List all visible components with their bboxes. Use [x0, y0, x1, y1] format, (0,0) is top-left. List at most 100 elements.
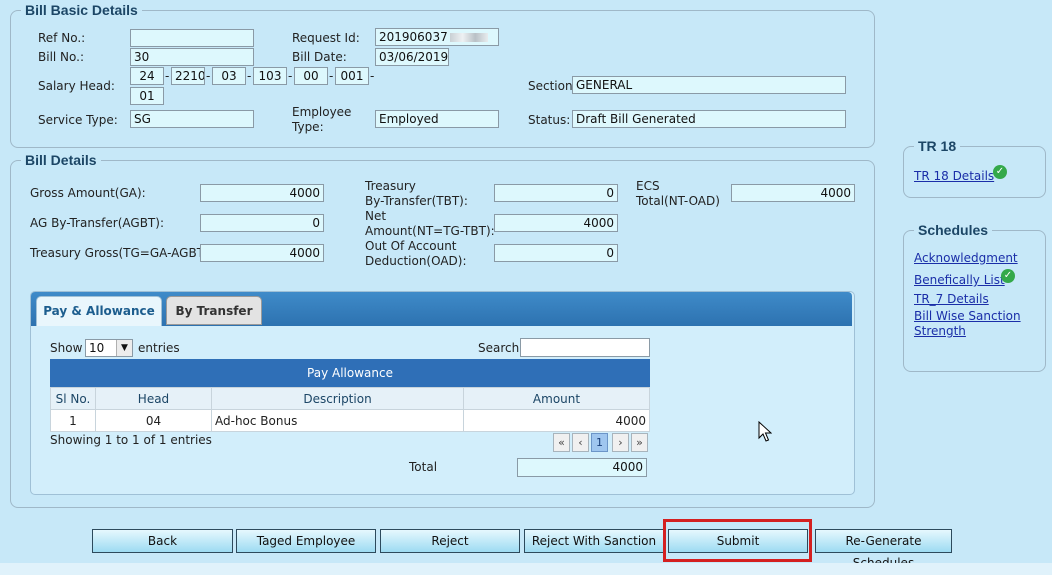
entries-select-value: 10	[89, 341, 105, 355]
total-input[interactable]: 4000	[517, 458, 647, 477]
reject-with-sanction-button[interactable]: Reject With Sanction	[524, 529, 664, 553]
ref-no-label: Ref No.:	[38, 31, 86, 45]
col-amount[interactable]: Amount	[463, 387, 650, 410]
salary-head-part-7[interactable]: 01	[130, 87, 164, 105]
pager-page-1-button[interactable]: 1	[591, 433, 608, 452]
treasury-gross-input[interactable]: 4000	[200, 244, 324, 262]
tr18-legend: TR 18	[918, 138, 957, 154]
section-label: Section:	[528, 79, 577, 93]
salary-head-sep: -	[206, 69, 211, 83]
request-id-value: 201906037	[379, 30, 448, 44]
cell-amount: 4000	[463, 409, 650, 432]
bill-wise-sanction-link[interactable]: Bill Wise Sanction Strength	[914, 309, 1021, 339]
salary-head-sep: -	[247, 69, 252, 83]
salary-head-part-5[interactable]: 00	[294, 67, 328, 85]
net-amount-label: Net	[365, 209, 387, 223]
employee-type-label: Type:	[292, 120, 324, 134]
cell-sl: 1	[50, 409, 96, 432]
oad-label: Deduction(OAD):	[365, 254, 467, 268]
salary-head-sep: -	[165, 69, 170, 83]
table-header-row: Sl No. Head Description Amount	[50, 387, 650, 410]
bill-no-input[interactable]: 30	[130, 48, 254, 66]
submit-button[interactable]: Submit	[668, 529, 808, 553]
search-label: Search	[478, 341, 520, 355]
acknowledgment-link[interactable]: Acknowledgment	[914, 251, 1018, 265]
back-button[interactable]: Back	[92, 529, 233, 553]
ecs-total-label: Total(NT-OAD)	[636, 194, 720, 208]
total-label: Total	[409, 460, 438, 474]
beneficiary-list-link[interactable]: Benefically List	[914, 273, 1005, 287]
table-caption: Pay Allowance	[50, 359, 650, 387]
chevron-down-icon: ▼	[116, 340, 132, 356]
salary-head-part-2[interactable]: 2210	[171, 67, 205, 85]
table-row[interactable]: 1 04 Ad-hoc Bonus 4000	[50, 409, 650, 432]
treasury-by-transfer-input[interactable]: 0	[494, 184, 618, 202]
salary-head-sep: -	[329, 69, 334, 83]
gross-amount-input[interactable]: 4000	[200, 184, 324, 202]
oad-input[interactable]: 0	[494, 244, 618, 262]
schedules-legend: Schedules	[918, 222, 989, 238]
tr7-details-link[interactable]: TR_7 Details	[914, 292, 989, 306]
employee-type-label: Employee	[292, 105, 352, 119]
pager-first-button[interactable]: «	[553, 433, 570, 452]
bottom-strip	[0, 563, 1052, 575]
show-label: Show	[50, 341, 83, 355]
tab-by-transfer[interactable]: By Transfer	[166, 296, 262, 325]
bill-date-input[interactable]: 03/06/2019	[375, 48, 449, 66]
showing-entries-text: Showing 1 to 1 of 1 entries	[50, 433, 212, 447]
cell-head: 04	[95, 409, 212, 432]
request-id-input[interactable]: 201906037	[375, 28, 499, 46]
salary-head-sep: -	[288, 69, 293, 83]
tab-pay-allowance[interactable]: Pay & Allowance	[36, 296, 162, 326]
salary-head-part-4[interactable]: 103	[253, 67, 287, 85]
entries-label: entries	[138, 341, 180, 355]
treasury-gross-label: Treasury Gross(TG=GA-AGBT):	[30, 246, 213, 260]
col-description[interactable]: Description	[211, 387, 464, 410]
col-head[interactable]: Head	[95, 387, 212, 410]
bill-basic-details-legend: Bill Basic Details	[25, 2, 138, 18]
regenerate-schedules-button[interactable]: Re-Generate Schedules	[815, 529, 952, 570]
salary-head-label: Salary Head:	[38, 79, 115, 93]
status-input[interactable]: Draft Bill Generated	[572, 110, 846, 128]
salary-head-sep: -	[370, 69, 375, 83]
request-id-label: Request Id:	[292, 31, 360, 45]
net-amount-label: Amount(NT=TG-TBT):	[365, 224, 495, 238]
pager-prev-button[interactable]: ‹	[572, 433, 589, 452]
cell-description: Ad-hoc Bonus	[211, 409, 464, 432]
bill-wise-sanction-text: Strength	[914, 324, 966, 338]
treasury-by-transfer-label: Treasury	[365, 179, 416, 193]
ref-no-input[interactable]	[130, 29, 254, 47]
employee-type-input[interactable]: Employed	[375, 110, 499, 128]
pay-allowance-table: Sl No. Head Description Amount 1 04 Ad-h…	[50, 387, 650, 432]
tr18-panel: TR 18	[903, 138, 1046, 198]
service-type-input[interactable]: SG	[130, 110, 254, 128]
net-amount-input[interactable]: 4000	[494, 214, 618, 232]
entries-select[interactable]: 10 ▼	[85, 339, 133, 357]
salary-head-part-6[interactable]: 001	[335, 67, 369, 85]
mouse-cursor-icon	[758, 421, 772, 442]
gross-amount-label: Gross Amount(GA):	[30, 186, 146, 200]
ag-by-transfer-input[interactable]: 0	[200, 214, 324, 232]
bill-details-legend: Bill Details	[25, 152, 97, 168]
bill-date-label: Bill Date:	[292, 50, 347, 64]
salary-head-part-3[interactable]: 03	[212, 67, 246, 85]
status-label: Status:	[528, 113, 571, 127]
check-icon: ✓	[993, 165, 1007, 179]
search-input[interactable]	[520, 338, 650, 357]
section-input[interactable]: GENERAL	[572, 76, 846, 94]
col-sl-no[interactable]: Sl No.	[50, 387, 96, 410]
pager-last-button[interactable]: »	[631, 433, 648, 452]
bill-no-label: Bill No.:	[38, 50, 85, 64]
ecs-total-input[interactable]: 4000	[731, 184, 855, 202]
pager-next-button[interactable]: ›	[612, 433, 629, 452]
tr18-details-link[interactable]: TR 18 Details	[914, 169, 994, 183]
service-type-label: Service Type:	[38, 113, 118, 127]
salary-head-part-1[interactable]: 24	[130, 67, 164, 85]
ag-by-transfer-label: AG By-Transfer(AGBT):	[30, 216, 164, 230]
redacted-mask	[449, 33, 488, 42]
treasury-by-transfer-label: By-Transfer(TBT):	[365, 194, 468, 208]
check-icon: ✓	[1001, 269, 1015, 283]
taged-employee-button[interactable]: Taged Employee	[236, 529, 376, 553]
reject-button[interactable]: Reject	[380, 529, 520, 553]
bill-wise-sanction-text: Bill Wise Sanction	[914, 309, 1021, 323]
